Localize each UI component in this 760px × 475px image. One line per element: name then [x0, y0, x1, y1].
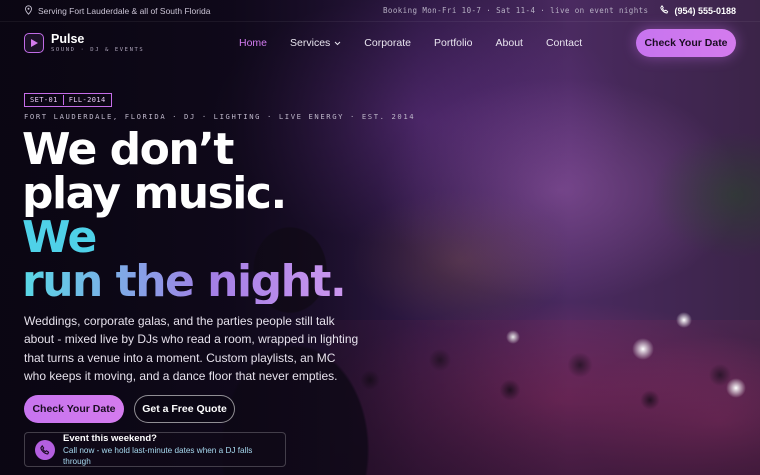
brand-logo[interactable]: Pulse SOUND · DJ & EVENTS	[24, 33, 239, 53]
brand-tagline: SOUND · DJ & EVENTS	[51, 47, 145, 53]
nav-menu: Home Services Corporate Portfolio About …	[239, 37, 582, 49]
nav-item-services[interactable]: Services	[290, 37, 341, 49]
hero-meta: FORT LAUDERDALE, FLORIDA · DJ · LIGHTING…	[24, 112, 416, 121]
nav-item-portfolio[interactable]: Portfolio	[434, 37, 473, 49]
phone-icon	[35, 439, 55, 460]
nav-item-about[interactable]: About	[496, 37, 523, 49]
chevron-down-icon	[334, 37, 341, 49]
headline-line-2: play music.	[22, 168, 287, 219]
phone-icon	[660, 5, 669, 16]
nav-item-label: Services	[290, 37, 331, 49]
callout-title: Event this weekend?	[63, 432, 157, 444]
location-pin-icon	[24, 4, 33, 17]
play-logo-icon	[24, 33, 44, 53]
weekend-event-callout[interactable]: Event this weekend? Call now - we hold l…	[24, 432, 286, 467]
service-area: Serving Fort Lauderdale & all of South F…	[24, 4, 211, 17]
brand-name: Pulse	[51, 32, 85, 46]
headline-line-3: We	[22, 212, 97, 263]
nav-item-home[interactable]: Home	[239, 37, 267, 49]
headline-line-1: We don’t	[22, 124, 234, 175]
top-info-bar: Serving Fort Lauderdale & all of South F…	[0, 0, 760, 22]
tag-left: SET-01	[30, 96, 58, 104]
hero-description: Weddings, corporate galas, and the parti…	[24, 314, 359, 383]
phone-link[interactable]: (954) 555-0188	[660, 5, 736, 16]
nav-item-corporate[interactable]: Corporate	[364, 37, 411, 49]
headline-line-4: run the night.	[22, 260, 442, 304]
hero-headline: We don’t play music. We run the night.	[22, 128, 442, 304]
booking-hours: Booking Mon-Fri 10-7 · Sat 11-4 · live o…	[383, 6, 649, 15]
check-date-button-nav[interactable]: Check Your Date	[636, 29, 736, 57]
main-nav: Pulse SOUND · DJ & EVENTS Home Services …	[0, 22, 760, 64]
tag-right: FLL-2014	[68, 96, 106, 104]
service-area-text: Serving Fort Lauderdale & all of South F…	[38, 5, 211, 16]
check-date-button[interactable]: Check Your Date	[24, 395, 124, 423]
free-quote-button[interactable]: Get a Free Quote	[134, 395, 235, 423]
nav-item-contact[interactable]: Contact	[546, 37, 582, 49]
phone-number: (954) 555-0188	[674, 5, 736, 16]
callout-subtitle: Call now - we hold last-minute dates whe…	[63, 445, 253, 466]
set-tag: SET-01 FLL-2014	[24, 93, 112, 107]
